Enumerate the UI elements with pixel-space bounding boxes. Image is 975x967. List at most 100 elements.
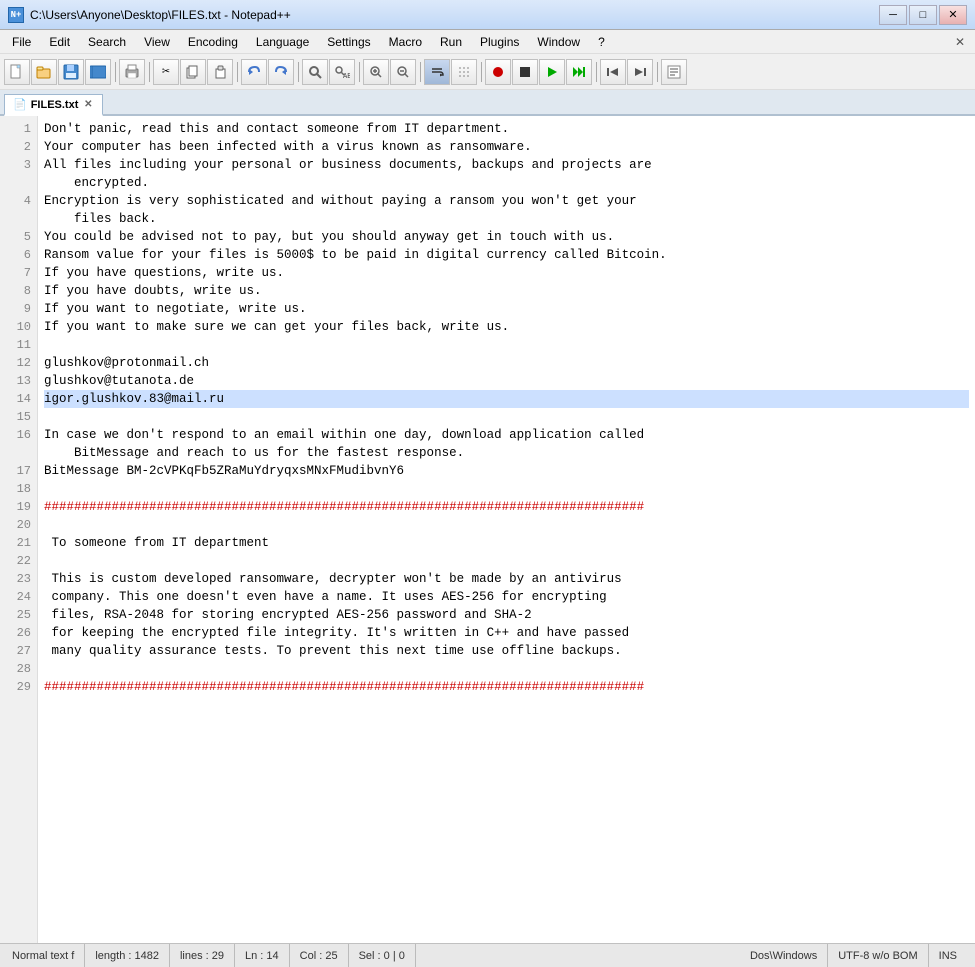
code-line: encrypted. [44, 174, 969, 192]
tb-zoom-in[interactable] [363, 59, 389, 85]
tab-label: FILES.txt [31, 99, 79, 111]
tb-doc-list[interactable] [661, 59, 687, 85]
code-line: If you want to negotiate, write us. [44, 300, 969, 318]
line-number: 19 [0, 498, 37, 516]
editor-content[interactable]: Don't panic, read this and contact someo… [38, 116, 975, 943]
menu-file[interactable]: File [4, 31, 39, 53]
toolbar-sep-1 [112, 59, 118, 85]
code-line [44, 516, 969, 534]
code-line [44, 552, 969, 570]
menu-settings[interactable]: Settings [319, 31, 378, 53]
close-button[interactable]: ✕ [939, 5, 967, 25]
status-eol: Dos\Windows [740, 944, 828, 967]
tb-prev-doc[interactable] [600, 59, 626, 85]
tb-stop-macro[interactable] [512, 59, 538, 85]
tb-undo[interactable] [241, 59, 267, 85]
code-line: company. This one doesn't even have a na… [44, 588, 969, 606]
line-number: 23 [0, 570, 37, 588]
line-number: 14 [0, 390, 37, 408]
line-number: 26 [0, 624, 37, 642]
menu-encoding[interactable]: Encoding [180, 31, 246, 53]
toolbar-sep-4 [295, 59, 301, 85]
line-number: 3 [0, 156, 37, 174]
line-number: 2 [0, 138, 37, 156]
tb-run-macro[interactable] [566, 59, 592, 85]
code-line: This is custom developed ransomware, dec… [44, 570, 969, 588]
tb-copy[interactable] [180, 59, 206, 85]
minimize-button[interactable]: ─ [879, 5, 907, 25]
menu-help[interactable]: ? [590, 31, 613, 53]
code-line: Ransom value for your files is 5000$ to … [44, 246, 969, 264]
tb-find[interactable] [302, 59, 328, 85]
menu-search[interactable]: Search [80, 31, 134, 53]
line-number: 11 [0, 336, 37, 354]
code-line: If you have questions, write us. [44, 264, 969, 282]
code-line: for keeping the encrypted file integrity… [44, 624, 969, 642]
tb-next-doc[interactable] [627, 59, 653, 85]
code-line: ########################################… [44, 498, 969, 516]
code-line [44, 480, 969, 498]
code-line: In case we don't respond to an email wit… [44, 426, 969, 444]
tab-files-txt[interactable]: 📄 FILES.txt ✕ [4, 94, 103, 116]
menu-view[interactable]: View [136, 31, 178, 53]
menu-run[interactable]: Run [432, 31, 470, 53]
code-line: glushkov@tutanota.de [44, 372, 969, 390]
tb-new[interactable] [4, 59, 30, 85]
tb-save-all[interactable] [85, 59, 111, 85]
code-line: ########################################… [44, 678, 969, 696]
code-line [44, 660, 969, 678]
menu-window[interactable]: Window [529, 31, 588, 53]
status-length: length : 1482 [85, 944, 170, 967]
line-number: 6 [0, 246, 37, 264]
file-icon: 📄 [13, 98, 27, 111]
line-number: 27 [0, 642, 37, 660]
menu-language[interactable]: Language [248, 31, 317, 53]
line-number: 24 [0, 588, 37, 606]
tb-record-macro[interactable] [485, 59, 511, 85]
tb-open[interactable] [31, 59, 57, 85]
status-ln: Ln : 14 [235, 944, 290, 967]
tb-cut[interactable]: ✂ [153, 59, 179, 85]
tab-bar: 📄 FILES.txt ✕ [0, 90, 975, 116]
editor-container: 1234567891011121314151617181920212223242… [0, 116, 975, 943]
code-line: All files including your personal or bus… [44, 156, 969, 174]
tb-zoom-out[interactable] [390, 59, 416, 85]
tb-save[interactable] [58, 59, 84, 85]
code-line [44, 408, 969, 426]
code-line: files, RSA-2048 for storing encrypted AE… [44, 606, 969, 624]
line-number: 4 [0, 192, 37, 210]
status-encoding: UTF-8 w/o BOM [828, 944, 928, 967]
line-number: 1 [0, 120, 37, 138]
menu-plugins[interactable]: Plugins [472, 31, 527, 53]
tb-print[interactable] [119, 59, 145, 85]
code-line: BitMessage and reach to us for the faste… [44, 444, 969, 462]
code-line: To someone from IT department [44, 534, 969, 552]
menu-edit[interactable]: Edit [41, 31, 78, 53]
tb-paste[interactable] [207, 59, 233, 85]
tb-redo[interactable] [268, 59, 294, 85]
line-number: 9 [0, 300, 37, 318]
window-controls: ─ □ ✕ [879, 5, 967, 25]
tb-indent-guide[interactable] [451, 59, 477, 85]
toolbar-sep-8 [593, 59, 599, 85]
code-line: igor.glushkov.83@mail.ru [44, 390, 969, 408]
line-number: 20 [0, 516, 37, 534]
menu-macro[interactable]: Macro [381, 31, 430, 53]
tb-replace[interactable]: AB [329, 59, 355, 85]
code-line: Encryption is very sophisticated and wit… [44, 192, 969, 210]
code-line: files back. [44, 210, 969, 228]
tab-close-button[interactable]: ✕ [82, 99, 94, 111]
tb-play-macro[interactable] [539, 59, 565, 85]
line-number: 16 [0, 426, 37, 444]
code-line: BitMessage BM-2cVPKqFb5ZRaMuYdryqxsMNxFM… [44, 462, 969, 480]
toolbar-sep-7 [478, 59, 484, 85]
maximize-button[interactable]: □ [909, 5, 937, 25]
code-line: Don't panic, read this and contact someo… [44, 120, 969, 138]
line-number: 13 [0, 372, 37, 390]
title-bar-left: N+ C:\Users\Anyone\Desktop\FILES.txt - N… [8, 7, 291, 23]
menu-close-x[interactable]: ✕ [949, 33, 971, 51]
title-bar: N+ C:\Users\Anyone\Desktop\FILES.txt - N… [0, 0, 975, 30]
code-line: If you have doubts, write us. [44, 282, 969, 300]
line-number [0, 174, 37, 192]
tb-wrap[interactable] [424, 59, 450, 85]
